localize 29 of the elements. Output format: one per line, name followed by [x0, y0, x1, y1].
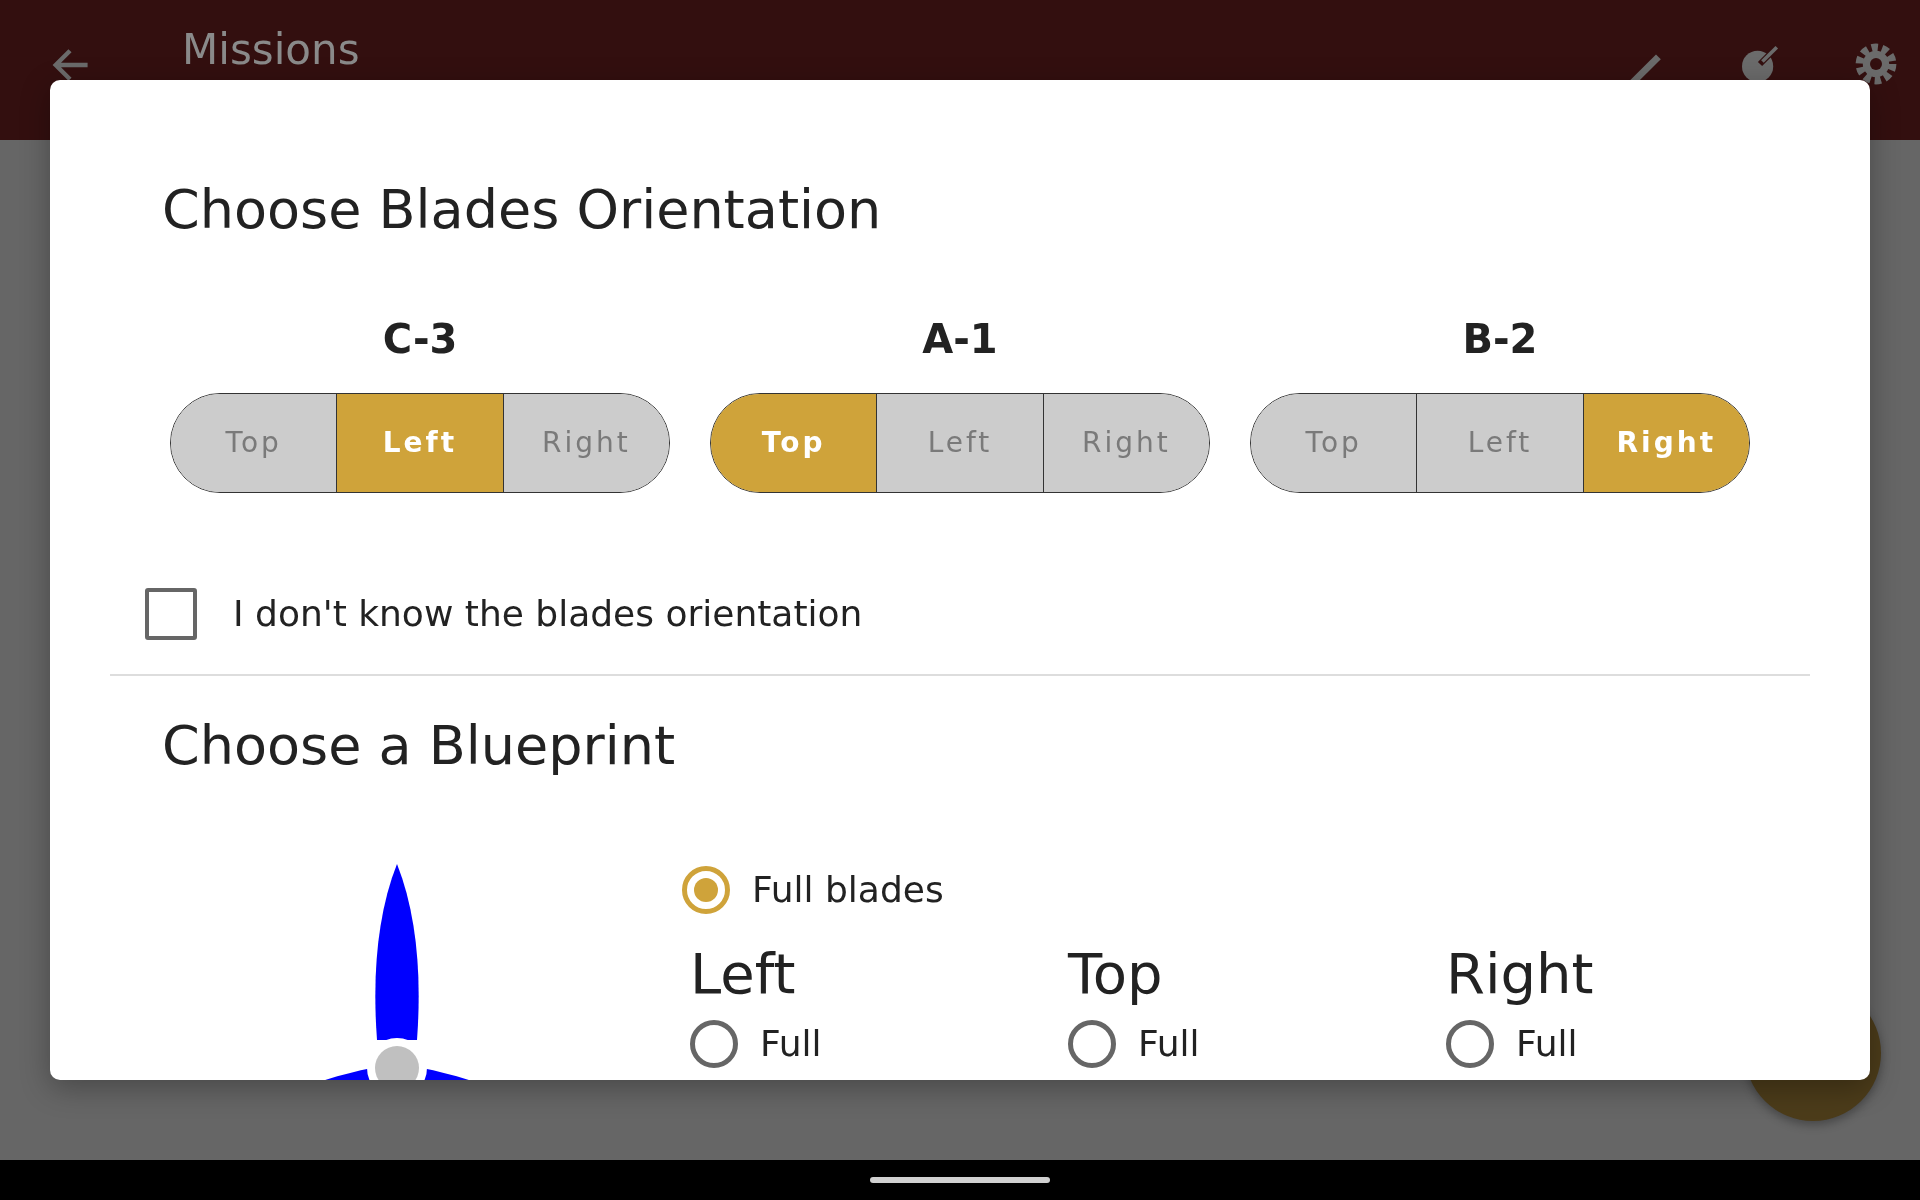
- dialog-title: Choose Blades Orientation: [162, 178, 883, 243]
- orientation-option[interactable]: Left: [876, 393, 1043, 492]
- radio-label: Full blades: [752, 869, 944, 911]
- app-title: Missions: [182, 29, 360, 71]
- radio-button[interactable]: [1068, 1019, 1116, 1068]
- blade-label: B-2: [1462, 315, 1538, 362]
- orientation-option[interactable]: Right: [502, 393, 669, 492]
- radio-button[interactable]: [682, 865, 730, 914]
- orientation-option[interactable]: Top: [1251, 393, 1417, 492]
- orientation-option[interactable]: Left: [1416, 393, 1583, 492]
- orientation-option[interactable]: Right: [1582, 393, 1749, 492]
- blade-label: A-1: [922, 315, 998, 362]
- orientation-option[interactable]: Top: [171, 393, 337, 492]
- radio-label: Full: [760, 1023, 822, 1065]
- home-handle[interactable]: [870, 1177, 1050, 1183]
- column-heading: Left: [690, 939, 797, 1007]
- blade-label: C-3: [382, 315, 458, 362]
- orientation-option[interactable]: Left: [336, 393, 503, 492]
- column-heading: Right: [1446, 939, 1595, 1007]
- orientation-option[interactable]: Right: [1042, 393, 1209, 492]
- radio-label: Full: [1516, 1023, 1578, 1065]
- checkbox[interactable]: [145, 587, 197, 640]
- radio-label: Full: [1138, 1023, 1200, 1065]
- section-title: Choose a Blueprint: [162, 713, 677, 779]
- column-heading: Top: [1068, 939, 1164, 1007]
- radio-button[interactable]: [1446, 1019, 1494, 1068]
- orientation-option[interactable]: Top: [711, 393, 877, 492]
- radio-button[interactable]: [690, 1019, 738, 1068]
- checkbox-label: I don't know the blades orientation: [233, 593, 863, 635]
